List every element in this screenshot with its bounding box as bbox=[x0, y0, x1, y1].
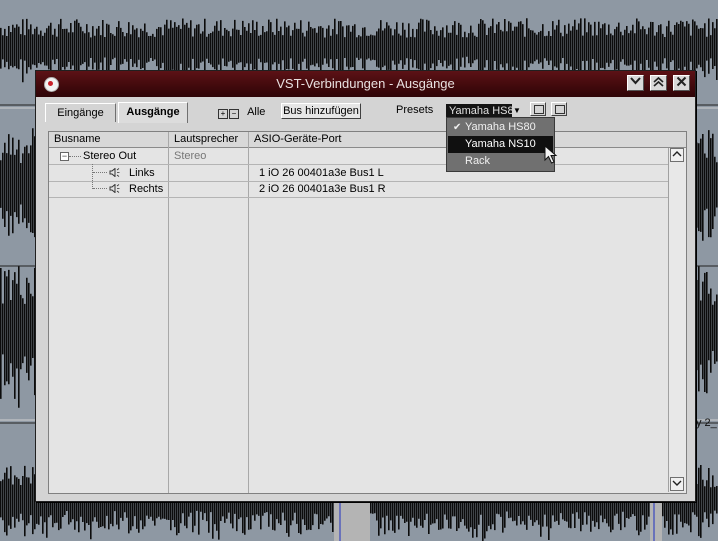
chevron-up-icon bbox=[672, 151, 682, 157]
checkmark-icon: ✔ bbox=[453, 122, 462, 133]
title-bar[interactable]: VST-Verbindungen - Ausgänge bbox=[36, 71, 695, 97]
remove-preset-button[interactable] bbox=[551, 102, 567, 116]
column-header-speaker[interactable]: Lautsprecher bbox=[169, 132, 249, 147]
tab-outputs[interactable]: Ausgänge bbox=[118, 102, 188, 123]
presets-label: Presets bbox=[396, 104, 434, 116]
preset-option-rack[interactable]: Rack bbox=[448, 153, 553, 170]
collapse-icon: − bbox=[229, 109, 239, 119]
table-row[interactable]: Rechts 2 iO 26 00401a3e Bus1 R bbox=[49, 181, 669, 198]
close-icon bbox=[676, 76, 687, 87]
app-icon bbox=[44, 77, 59, 92]
chevron-down-icon bbox=[672, 480, 682, 486]
maximize-button[interactable] bbox=[650, 75, 667, 91]
store-preset-button[interactable] bbox=[530, 102, 546, 116]
close-button[interactable] bbox=[673, 75, 690, 91]
scroll-down-button[interactable] bbox=[670, 477, 684, 491]
bus-name: Links bbox=[129, 167, 155, 179]
table-row[interactable]: Links 1 iO 26 00401a3e Bus1 L bbox=[49, 165, 669, 182]
all-label: Alle bbox=[247, 106, 266, 118]
expand-icon: + bbox=[218, 109, 228, 119]
speaker-icon bbox=[109, 168, 120, 177]
bus-port[interactable]: 2 iO 26 00401a3e Bus1 R bbox=[259, 181, 386, 197]
scroll-up-button[interactable] bbox=[670, 148, 684, 162]
preset-option-hs80[interactable]: ✔ Yamaha HS80 bbox=[448, 119, 553, 136]
table-row[interactable]: − Stereo Out Stereo bbox=[49, 148, 669, 165]
bus-name: Stereo Out bbox=[83, 150, 137, 162]
preset-value: Yamaha HS80 bbox=[449, 105, 520, 117]
table-header: Busname Lautsprecher ASIO-Geräte-Port bbox=[49, 132, 686, 148]
tree-connector bbox=[69, 156, 81, 157]
double-chevron-up-icon bbox=[653, 76, 664, 87]
bus-name: Rechts bbox=[129, 183, 164, 195]
bus-port[interactable]: 1 iO 26 00401a3e Bus1 L bbox=[259, 165, 384, 181]
toolbar: Eingänge Ausgänge + − Alle Bus hinzufügen… bbox=[36, 97, 695, 129]
column-header-busname[interactable]: Busname bbox=[49, 132, 169, 147]
tab-inputs[interactable]: Eingänge bbox=[45, 103, 116, 122]
add-bus-button[interactable]: Bus hinzufügen bbox=[281, 103, 361, 119]
collapse-tree-icon[interactable]: − bbox=[60, 152, 69, 161]
vertical-scrollbar[interactable] bbox=[668, 148, 686, 492]
preset-select[interactable]: Yamaha HS80 ▼ bbox=[446, 104, 522, 118]
mouse-cursor-icon bbox=[544, 145, 558, 164]
background-clip-label: y 2_ bbox=[696, 417, 717, 429]
store-preset-icon bbox=[534, 105, 544, 114]
remove-preset-icon bbox=[555, 105, 565, 114]
dropdown-arrow-icon: ▼ bbox=[512, 104, 522, 118]
bus-table: Busname Lautsprecher ASIO-Geräte-Port − … bbox=[48, 131, 687, 494]
tree-connector bbox=[93, 188, 107, 189]
speaker-icon bbox=[109, 184, 120, 193]
chevron-down-icon bbox=[630, 77, 641, 85]
preset-option-ns10[interactable]: Yamaha NS10 bbox=[448, 136, 553, 153]
vst-connections-window: VST-Verbindungen - Ausgänge Eingänge Aus… bbox=[35, 70, 696, 502]
expand-all-control[interactable]: + − Alle bbox=[218, 105, 265, 119]
minimize-button[interactable] bbox=[627, 75, 644, 91]
bus-speaker: Stereo bbox=[174, 150, 207, 162]
preset-dropdown-list: ✔ Yamaha HS80 Yamaha NS10 Rack bbox=[446, 117, 555, 172]
tree-connector bbox=[93, 172, 107, 173]
window-title: VST-Verbindungen - Ausgänge bbox=[276, 76, 455, 91]
